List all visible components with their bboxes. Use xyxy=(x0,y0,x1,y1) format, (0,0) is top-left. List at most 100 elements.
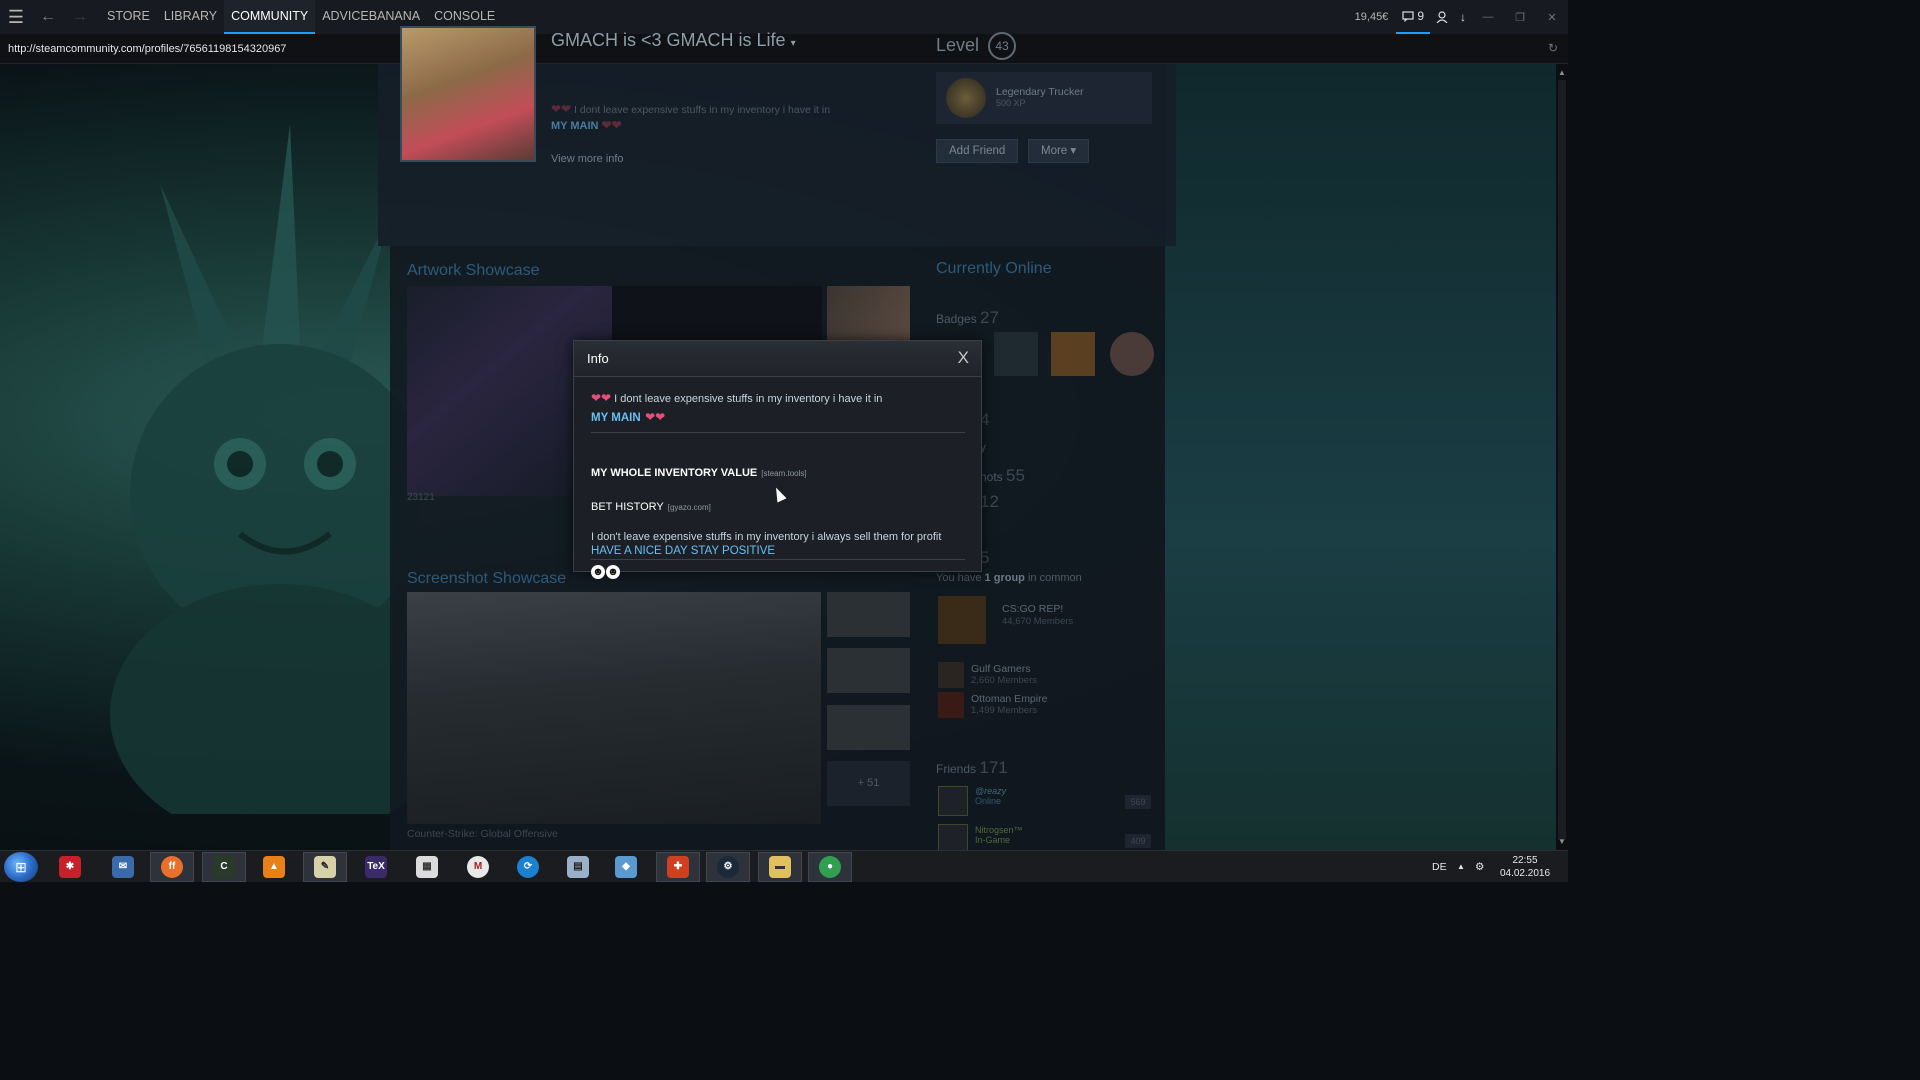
app-icon-red-white[interactable]: ✚ xyxy=(656,852,700,882)
calculator-icon[interactable]: ▤ xyxy=(556,852,600,882)
screenshot-thumb[interactable] xyxy=(827,705,910,750)
menu-community[interactable]: COMMUNITY xyxy=(224,0,316,34)
artwork-caption: 23121 xyxy=(407,492,435,503)
group-members: 2,660 Members xyxy=(971,675,1038,686)
background-glow xyxy=(1165,64,1556,850)
inventory-value-link[interactable]: MY WHOLE INVENTORY VALUE xyxy=(591,467,757,479)
chrome-icon[interactable]: ● xyxy=(808,852,852,882)
friend-name[interactable]: Nitrogsen™ xyxy=(975,825,1023,835)
page-scrollbar[interactable]: ▲ ▼ xyxy=(1556,64,1568,850)
add-friend-button[interactable]: Add Friend xyxy=(936,139,1019,163)
divider xyxy=(591,559,965,560)
group-avatar[interactable] xyxy=(938,692,964,718)
user-icon[interactable] xyxy=(1430,0,1454,34)
group-avatar[interactable] xyxy=(938,596,986,644)
screenshot-showcase-title: Screenshot Showcase xyxy=(407,570,567,587)
notepad-icon[interactable]: ✎ xyxy=(303,852,347,882)
steam-icon[interactable]: ⚙ xyxy=(706,852,750,882)
steam-top-bar: ☰ ← → STORE LIBRARY COMMUNITY ADVICEBANA… xyxy=(0,0,1568,34)
profile-summary-line2[interactable]: MY MAIN ❤❤ xyxy=(551,118,622,132)
scroll-up-icon[interactable]: ▲ xyxy=(1556,68,1568,77)
minimize-icon[interactable]: — xyxy=(1472,11,1504,23)
menu-library[interactable]: LIBRARY xyxy=(157,0,224,34)
level-number: 43 xyxy=(988,32,1017,60)
artwork-thumb[interactable] xyxy=(827,286,910,340)
sync-icon[interactable]: ⟳ xyxy=(506,852,550,882)
app-icon-grid[interactable]: ▦ xyxy=(405,852,449,882)
url-text[interactable]: http://steamcommunity.com/profiles/76561… xyxy=(8,43,286,55)
smiley-icon: ☻ xyxy=(591,565,605,579)
partial-stat: 12 xyxy=(980,492,999,511)
vlc-icon[interactable]: ▲ xyxy=(252,852,296,882)
group-avatar[interactable] xyxy=(938,662,964,688)
windows-taskbar: ⊞ ✱ ✉ ff C ▲ ✎ TeX ▦ M ⟳ ▤ ◆ ✚ ⚙ ▬ ● DE … xyxy=(0,850,1568,882)
more-button[interactable]: More ▾ xyxy=(1028,139,1090,163)
emoticons: ☻ ☻ xyxy=(591,562,965,580)
bet-history-source: [gyazo.com] xyxy=(667,503,711,512)
screenshot-main[interactable] xyxy=(407,592,821,824)
tray-expand-icon[interactable]: ▲ xyxy=(1457,851,1465,883)
chevron-down-icon[interactable]: ▾ xyxy=(791,38,796,49)
smiley-icon: ☻ xyxy=(606,565,620,579)
file-explorer-icon[interactable]: ▬ xyxy=(758,852,802,882)
badge-icon[interactable] xyxy=(994,332,1038,376)
app-icon-red[interactable]: ✱ xyxy=(48,852,92,882)
friend-status: Online xyxy=(975,796,1002,806)
inventory-value-row: MY WHOLE INVENTORY VALUE [steam.tools] xyxy=(591,463,965,481)
info-line1: ❤❤ I dont leave expensive stuffs in my i… xyxy=(591,391,883,405)
menu-store[interactable]: STORE xyxy=(100,0,157,34)
background-creature-artwork xyxy=(110,124,420,814)
notifications-button[interactable]: 9 xyxy=(1396,0,1430,34)
view-more-info-link[interactable]: View more info xyxy=(551,153,624,165)
app-icon-blue[interactable]: ◆ xyxy=(604,852,648,882)
bet-history-link[interactable]: BET HISTORY xyxy=(591,501,664,513)
close-window-icon[interactable]: ✕ xyxy=(1536,11,1568,24)
friend-status: In-Game xyxy=(975,835,1011,845)
divider xyxy=(591,432,965,433)
profile-name[interactable]: GMACH is <3 GMACH is Life ▾ xyxy=(551,30,796,51)
badges-label[interactable]: Badges 27 xyxy=(936,308,999,328)
info-line2: MY MAIN ❤❤ xyxy=(591,410,666,424)
friend-avatar[interactable] xyxy=(938,786,968,816)
profile-summary-line1: ❤❤ I dont leave expensive stuffs in my i… xyxy=(551,102,831,116)
hamburger-icon[interactable]: ☰ xyxy=(0,0,32,34)
reload-icon[interactable]: ↻ xyxy=(1548,41,1558,55)
group-name[interactable]: CS:GO REP! xyxy=(1002,603,1063,615)
dialog-title: Info xyxy=(587,351,609,366)
artwork-showcase-title: Artwork Showcase xyxy=(407,262,540,279)
wallet-balance[interactable]: 19,45€ xyxy=(1355,11,1389,23)
tex-icon[interactable]: TeX xyxy=(354,852,398,882)
badge-icon[interactable] xyxy=(1110,332,1154,376)
download-icon[interactable]: ↓ xyxy=(1454,0,1472,34)
heart-icon: ❤❤ xyxy=(591,391,612,405)
screenshots-stat[interactable]: hots 55 xyxy=(980,466,1025,486)
screenshot-caption: Counter-Strike: Global Offensive xyxy=(407,828,558,840)
group-name[interactable]: Ottoman Empire xyxy=(971,693,1047,705)
app-icon-m[interactable]: M xyxy=(456,852,500,882)
windows-start-icon[interactable]: ⊞ xyxy=(4,852,38,882)
info-line4[interactable]: HAVE A NICE DAY STAY POSITIVE xyxy=(591,545,965,557)
badge-xp: 500 XP xyxy=(996,98,1026,108)
screenshot-more[interactable]: + 51 xyxy=(827,761,910,806)
badge-icon[interactable] xyxy=(1051,332,1095,376)
close-icon[interactable]: X xyxy=(958,348,969,368)
steam-tray-icon[interactable]: ⚙ xyxy=(1475,851,1484,883)
screenshot-thumb[interactable] xyxy=(827,648,910,693)
scrollbar-thumb[interactable] xyxy=(1558,80,1566,840)
screenshot-thumb[interactable] xyxy=(827,592,910,637)
arrow-left-icon[interactable]: ← xyxy=(32,0,64,34)
language-indicator[interactable]: DE xyxy=(1432,851,1447,883)
arrow-right-icon[interactable]: → xyxy=(64,0,96,34)
terminal-icon[interactable]: C xyxy=(202,852,246,882)
group-name[interactable]: Gulf Gamers xyxy=(971,663,1031,675)
maximize-icon[interactable]: ❐ xyxy=(1504,11,1536,24)
group-members: 44,670 Members xyxy=(1002,616,1074,627)
friend-name[interactable]: @reazy xyxy=(975,786,1006,796)
app-icon-mail[interactable]: ✉ xyxy=(101,852,145,882)
scroll-down-icon[interactable]: ▼ xyxy=(1556,837,1568,846)
firefox-icon[interactable]: ff xyxy=(150,852,194,882)
profile-level: Level 43 xyxy=(936,32,1017,60)
badge-name: Legendary Trucker xyxy=(996,86,1084,98)
system-clock[interactable]: 22:55 04.02.2016 xyxy=(1498,854,1552,880)
friends-label[interactable]: Friends 171 xyxy=(936,758,1008,778)
